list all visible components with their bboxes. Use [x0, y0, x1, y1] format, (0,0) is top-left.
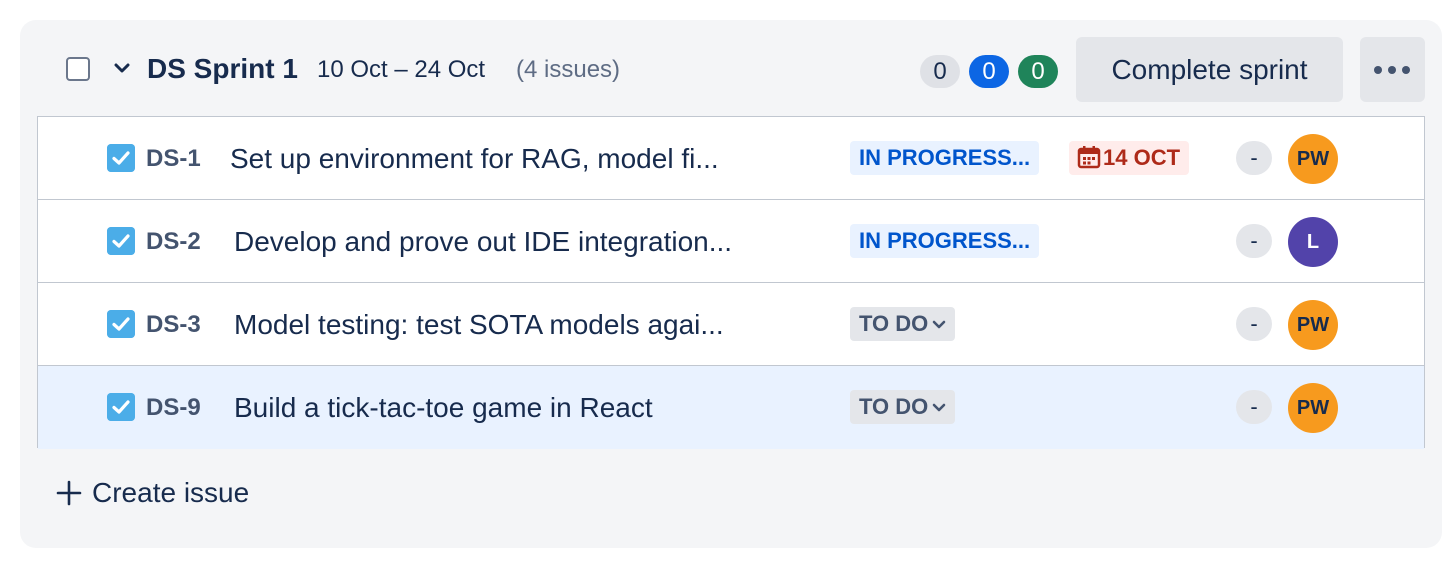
task-type-icon — [107, 144, 135, 172]
create-issue-label: Create issue — [92, 477, 250, 508]
status-label: TO DO — [859, 311, 929, 336]
issue-key[interactable]: DS-9 — [146, 393, 201, 423]
sprint-container: DS Sprint 1 10 Oct – 24 Oct (4 issues) 0… — [20, 20, 1442, 548]
status-dropdown[interactable]: IN PROGRESS... — [850, 224, 1040, 258]
sprint-name[interactable]: DS Sprint 1 — [147, 51, 298, 87]
more-actions-button[interactable] — [1360, 37, 1425, 102]
status-label: TO DO — [859, 394, 929, 419]
due-date: 14 OCT — [1103, 145, 1181, 170]
issue-row[interactable]: DS-9 Build a tick-tac-toe game in React … — [38, 366, 1424, 449]
sprint-dates: 10 Oct – 24 Oct — [317, 56, 486, 83]
issue-summary[interactable]: Model testing: test SOTA models agai... — [234, 307, 724, 343]
issue-summary[interactable]: Develop and prove out IDE integration... — [234, 224, 732, 260]
issue-key[interactable]: DS-1 — [146, 144, 201, 174]
issue-list: DS-1 Set up environment for RAG, model f… — [37, 116, 1425, 449]
sprint-issue-count: (4 issues) — [516, 56, 621, 83]
assignee-avatar[interactable]: PW — [1288, 383, 1338, 433]
chevron-down-icon — [932, 320, 946, 329]
issue-key[interactable]: DS-2 — [146, 227, 201, 257]
more-dot-icon — [1374, 66, 1382, 74]
issue-row[interactable]: DS-3 Model testing: test SOTA models aga… — [38, 283, 1424, 366]
status-label: IN PROGRESS... — [859, 228, 1031, 253]
issue-row[interactable]: DS-1 Set up environment for RAG, model f… — [38, 117, 1424, 200]
task-type-icon — [107, 393, 135, 421]
issue-key[interactable]: DS-3 — [146, 310, 201, 340]
in-progress-count-badge: 0 — [969, 55, 1009, 88]
status-dropdown[interactable]: IN PROGRESS... — [850, 141, 1040, 175]
sprint-header: DS Sprint 1 10 Oct – 24 Oct (4 issues) 0… — [20, 20, 1442, 116]
assignee-avatar[interactable]: PW — [1288, 300, 1338, 350]
more-dot-icon — [1388, 66, 1396, 74]
chevron-down-icon[interactable] — [112, 58, 132, 78]
chevron-down-icon — [932, 403, 946, 412]
status-label: IN PROGRESS... — [859, 145, 1031, 170]
task-type-icon — [107, 310, 135, 338]
due-date-lozenge: 14 OCT — [1069, 141, 1190, 175]
issue-summary[interactable]: Set up environment for RAG, model fi... — [230, 141, 719, 177]
select-sprint-checkbox[interactable] — [66, 57, 90, 81]
more-dot-icon — [1402, 66, 1410, 74]
status-dropdown[interactable]: TO DO — [850, 307, 956, 341]
calendar-icon — [1077, 146, 1101, 169]
assignee-avatar[interactable]: PW — [1288, 134, 1338, 184]
estimate-badge[interactable]: - — [1236, 141, 1272, 175]
create-issue-button[interactable]: Create issue — [56, 475, 249, 511]
estimate-badge[interactable]: - — [1236, 307, 1272, 341]
assignee-avatar[interactable]: L — [1288, 217, 1338, 267]
estimate-badge[interactable]: - — [1236, 224, 1272, 258]
todo-count-badge: 0 — [920, 55, 960, 88]
issue-row[interactable]: DS-2 Develop and prove out IDE integrati… — [38, 200, 1424, 283]
task-type-icon — [107, 227, 135, 255]
estimate-badge[interactable]: - — [1236, 390, 1272, 424]
done-count-badge: 0 — [1018, 55, 1058, 88]
status-dropdown[interactable]: TO DO — [850, 390, 956, 424]
issue-summary[interactable]: Build a tick-tac-toe game in React — [234, 390, 653, 426]
plus-icon — [56, 480, 82, 506]
complete-sprint-button[interactable]: Complete sprint — [1076, 37, 1343, 102]
